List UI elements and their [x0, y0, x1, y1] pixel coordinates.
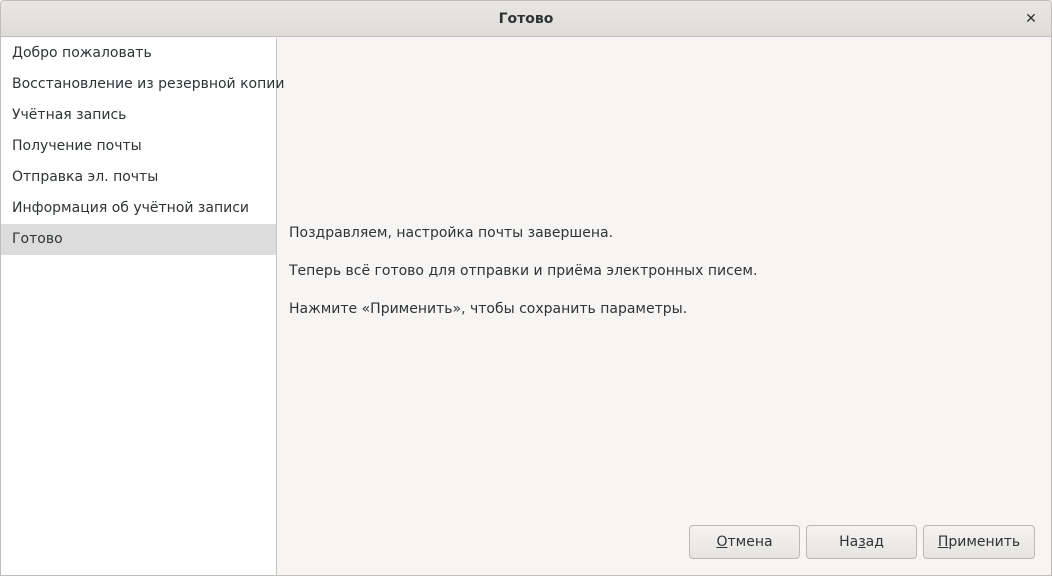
- ready-text: Теперь всё готово для отправки и приёма …: [289, 263, 758, 279]
- apply-hint-text: Нажмите «Применить», чтобы сохранить пар…: [289, 301, 688, 317]
- back-label: ад: [865, 534, 884, 550]
- sidebar-item-account[interactable]: Учётная запись: [1, 100, 276, 131]
- apply-button[interactable]: Применить: [923, 525, 1035, 559]
- apply-mnemonic: П: [937, 534, 949, 550]
- back-label-pre: На: [839, 534, 859, 550]
- sidebar-item-done[interactable]: Готово: [1, 224, 276, 255]
- sidebar-item-welcome[interactable]: Добро пожаловать: [1, 38, 276, 69]
- assistant-window: Готово ✕ Добро пожаловать Восстановление…: [0, 0, 1052, 576]
- sidebar-item-sending-mail[interactable]: Отправка эл. почты: [1, 162, 276, 193]
- main-content: Поздравляем, настройка почты завершена. …: [277, 38, 1051, 575]
- cancel-label: тмена: [727, 534, 773, 550]
- sidebar-item-receiving-mail[interactable]: Получение почты: [1, 131, 276, 162]
- sidebar-item-restore-backup[interactable]: Восстановление из резервной копии: [1, 69, 284, 100]
- back-mnemonic: з: [858, 534, 866, 550]
- window-title: Готово: [498, 11, 554, 27]
- title-bar: Готово ✕: [1, 1, 1051, 37]
- congratulations-text: Поздравляем, настройка почты завершена.: [289, 225, 614, 241]
- cancel-button[interactable]: Отмена: [689, 525, 800, 559]
- cancel-mnemonic: О: [716, 534, 728, 550]
- sidebar: Добро пожаловать Восстановление из резер…: [1, 38, 284, 575]
- apply-label: рименить: [948, 534, 1021, 550]
- sidebar-item-account-info[interactable]: Информация об учётной записи: [1, 193, 276, 224]
- back-button[interactable]: Назад: [806, 525, 917, 559]
- close-icon[interactable]: ✕: [1021, 9, 1041, 29]
